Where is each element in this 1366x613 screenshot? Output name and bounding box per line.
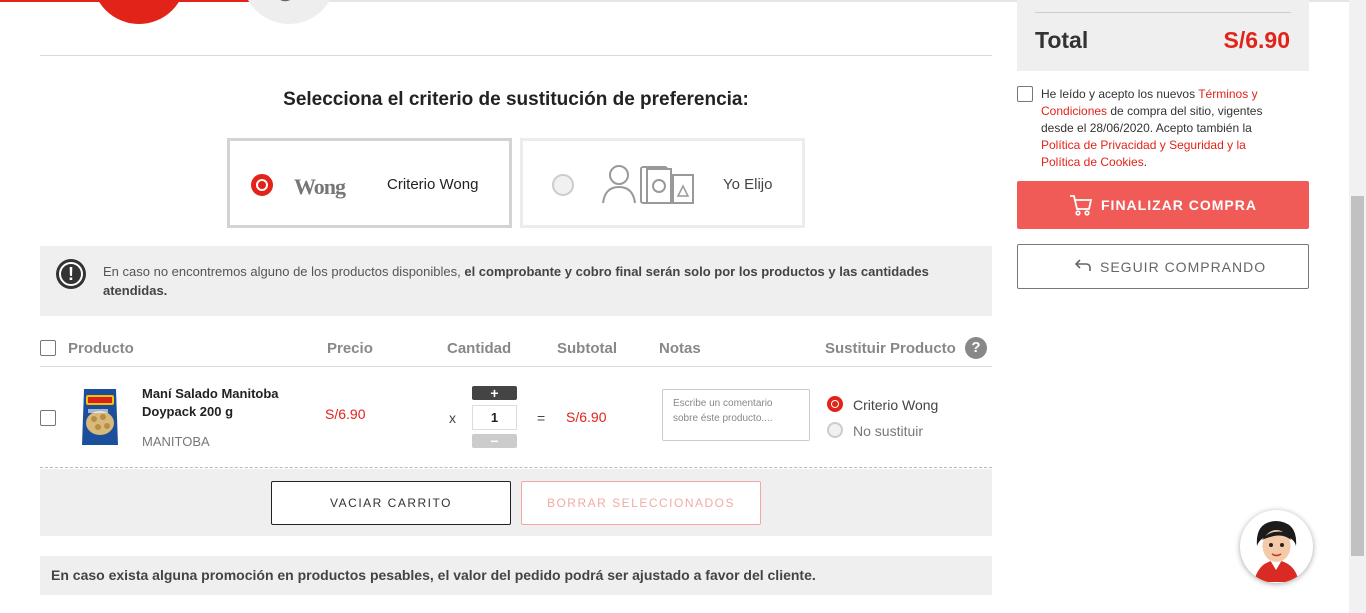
product-name[interactable]: Maní Salado Manitoba Doypack 200 g: [142, 385, 292, 421]
assistant-avatar-icon: [1242, 512, 1311, 582]
cart-table-header: Producto Precio Cantidad Subtotal Notas …: [40, 333, 992, 367]
radio-selected-icon[interactable]: [251, 174, 273, 196]
header-substitute: Sustituir Producto: [825, 340, 956, 357]
header-quantity: Cantidad: [447, 340, 512, 357]
radio-unselected-icon[interactable]: [827, 422, 843, 438]
continue-shopping-button[interactable]: SEGUIR COMPRANDO: [1017, 244, 1309, 289]
finalize-label: FINALIZAR COMPRA: [1101, 197, 1257, 213]
select-all-checkbox[interactable]: [40, 340, 56, 356]
user-products-icon: [602, 165, 694, 204]
cart-actions: VACIAR CARRITO BORRAR SELECCIONADOS: [40, 469, 992, 536]
delete-selected-button[interactable]: BORRAR SELECCIONADOS: [521, 481, 761, 525]
quantity-input[interactable]: 1: [472, 405, 517, 430]
criterion-yo-elijo-label: Yo Elijo: [723, 176, 773, 193]
equals-sign: =: [537, 410, 546, 426]
promo-notice: En caso exista alguna promoción en produ…: [40, 556, 992, 595]
terms-checkbox[interactable]: [1017, 86, 1033, 102]
continue-label: SEGUIR COMPRANDO: [1100, 259, 1267, 275]
terms-text-part: .: [1143, 155, 1148, 169]
step-indicator-inactive: [242, 0, 336, 24]
quantity-decrease-button[interactable]: −: [472, 434, 517, 448]
divider: [40, 55, 992, 56]
radio-unselected-icon[interactable]: [552, 174, 574, 196]
substitute-option-label: Criterio Wong: [853, 397, 939, 413]
cart-icon: [1070, 195, 1093, 216]
empty-cart-button[interactable]: VACIAR CARRITO: [271, 481, 511, 525]
substitute-option-label: No sustituir: [853, 423, 924, 439]
header-notes: Notas: [659, 340, 701, 357]
product-notes-field[interactable]: [662, 389, 810, 441]
header-product: Producto: [68, 340, 134, 357]
back-arrow-icon: [1074, 259, 1091, 271]
row-checkbox[interactable]: [40, 410, 56, 426]
availability-notice: ! En caso no encontremos alguno de los p…: [40, 246, 992, 316]
total-label: Total: [1035, 27, 1089, 53]
row-subtotal: S/6.90: [566, 409, 607, 425]
radio-selected-icon[interactable]: [827, 396, 843, 412]
product-image: [82, 389, 118, 445]
criterion-wong-label: Criterio Wong: [387, 176, 479, 193]
quantity-increase-button[interactable]: +: [472, 386, 517, 400]
summary-divider: [1035, 12, 1291, 13]
product-brand: MANITOBA: [142, 434, 210, 449]
exclamation-icon: !: [56, 259, 86, 289]
chat-assistant-button[interactable]: [1240, 510, 1313, 583]
help-icon[interactable]: ?: [965, 337, 987, 359]
step-icon: [280, 0, 291, 2]
notice-text: En caso no encontremos alguno de los pro…: [103, 262, 963, 300]
order-summary: Total S/6.90: [1017, 0, 1309, 71]
scrollbar-thumb[interactable]: [1351, 196, 1364, 556]
scrollbar[interactable]: [1349, 0, 1366, 613]
finalize-purchase-button[interactable]: FINALIZAR COMPRA: [1017, 181, 1309, 229]
notice-text-normal: En caso no encontremos alguno de los pro…: [103, 264, 465, 279]
total-value: S/6.90: [1223, 27, 1291, 53]
terms-text-part: He leído y acepto los nuevos: [1041, 87, 1199, 101]
table-row: Maní Salado Manitoba Doypack 200 g MANIT…: [40, 368, 992, 468]
criterion-wong-option[interactable]: Wong Criterio Wong: [227, 138, 512, 228]
header-subtotal: Subtotal: [557, 340, 617, 357]
header-price: Precio: [327, 340, 373, 357]
multiply-sign: x: [449, 410, 456, 426]
criterion-yo-elijo-option[interactable]: Yo Elijo: [520, 138, 805, 228]
promo-text: En caso exista alguna promoción en produ…: [51, 567, 816, 583]
substitution-title: Selecciona el criterio de sustitución de…: [283, 89, 749, 110]
step-indicator-active: [92, 0, 186, 24]
wong-logo: Wong: [294, 174, 346, 199]
product-price: S/6.90: [325, 406, 366, 422]
terms-text: He leído y acepto los nuevos Términos y …: [1041, 86, 1281, 171]
